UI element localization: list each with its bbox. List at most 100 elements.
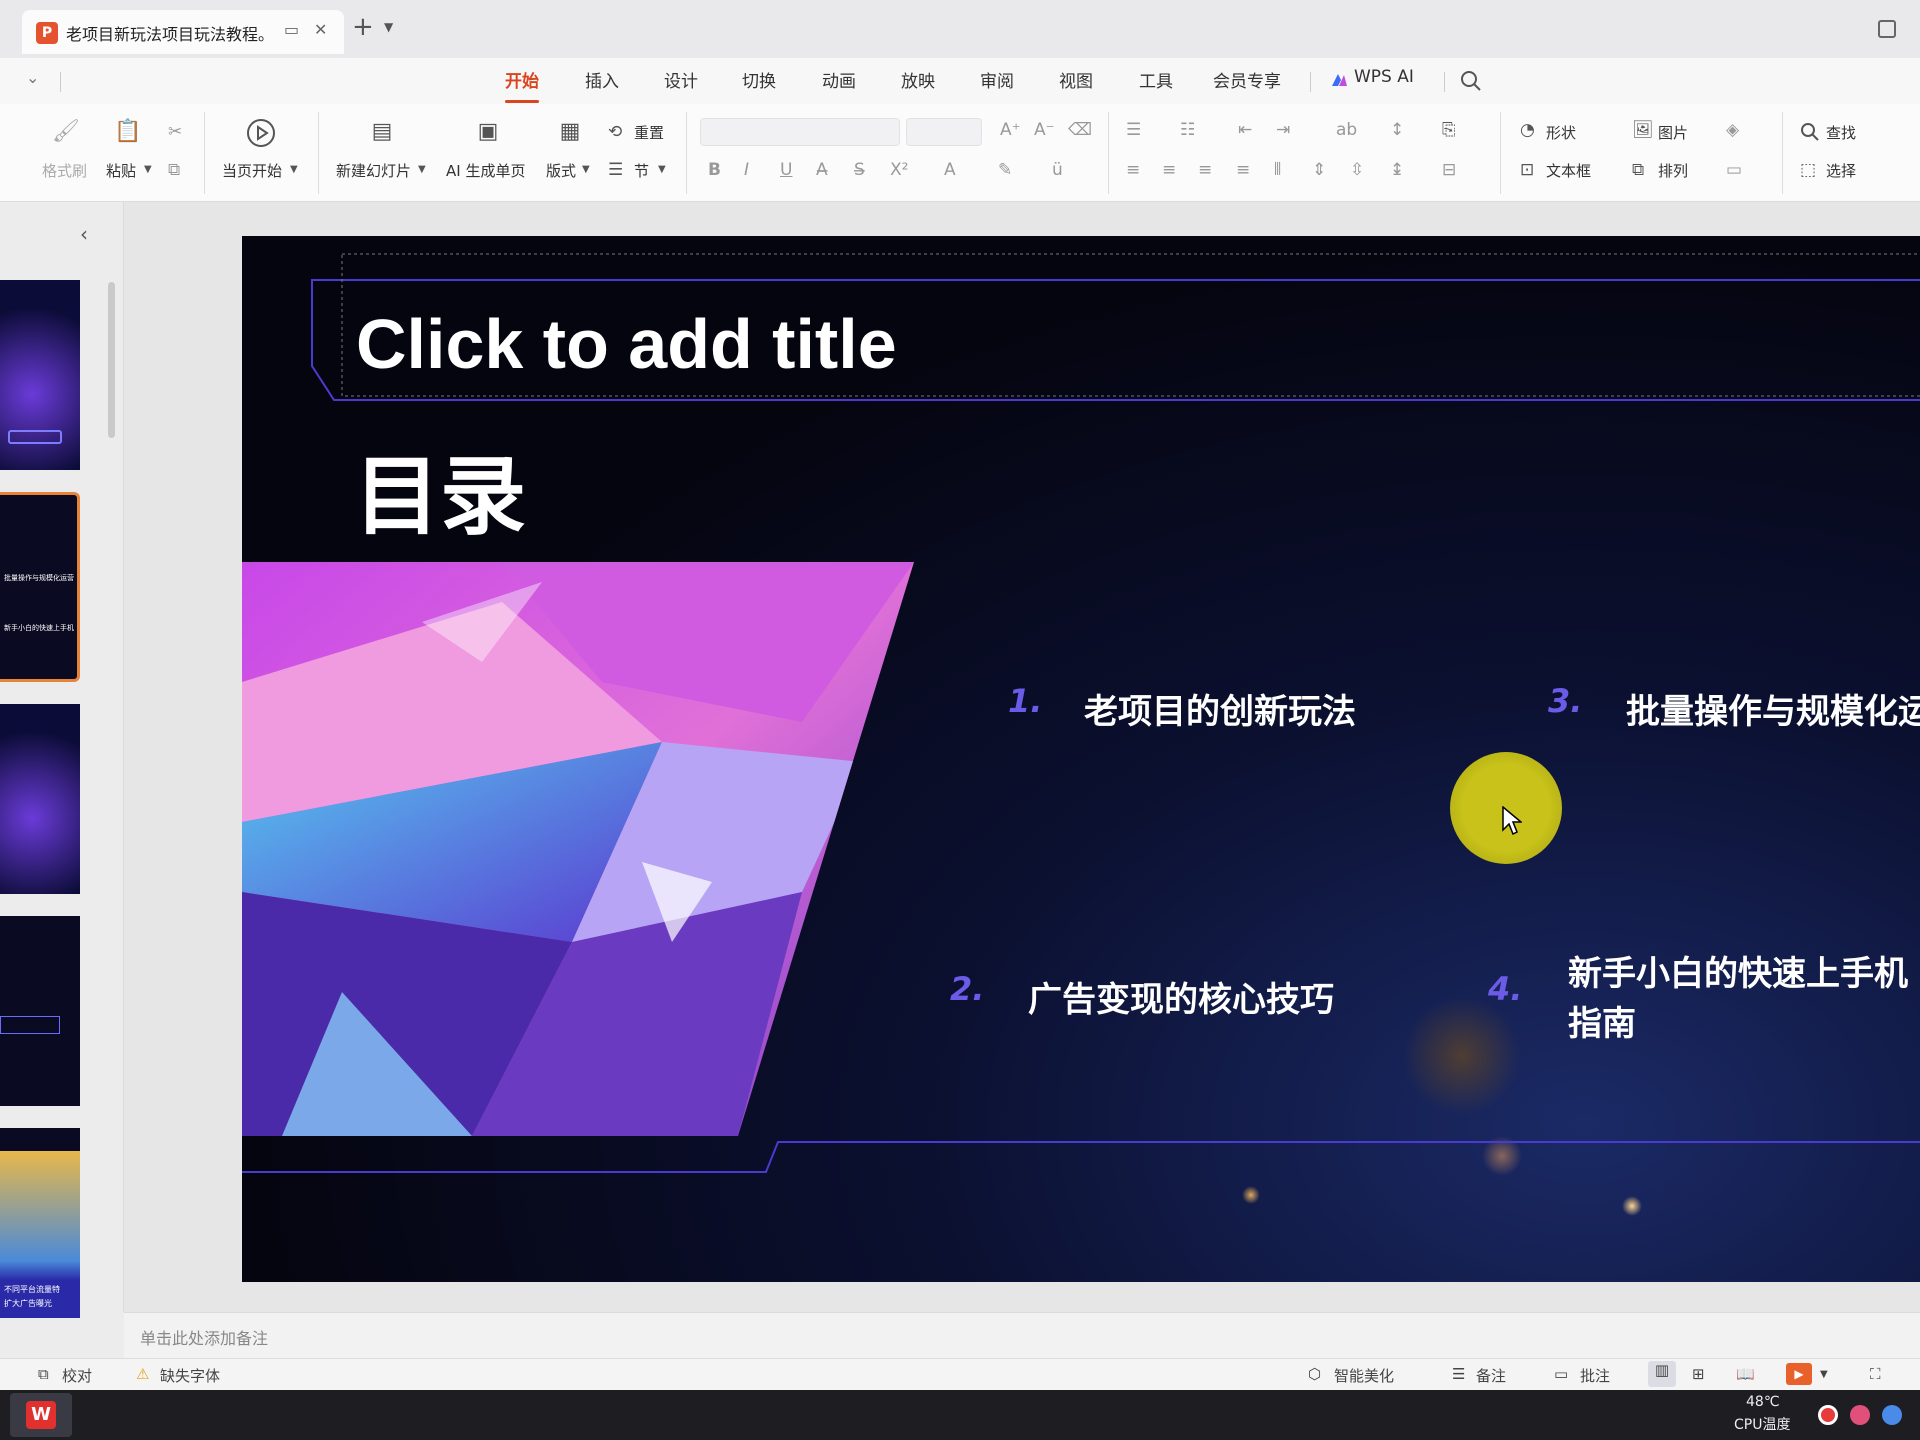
proofread-button[interactable]: 校对: [62, 1365, 92, 1386]
fit-window-icon[interactable]: ⛶: [1870, 1365, 1881, 1383]
toc-item-3[interactable]: 批量操作与规模化运: [1626, 684, 1920, 733]
increase-font-icon[interactable]: A⁺: [1000, 120, 1021, 140]
fill-icon[interactable]: ◈: [1726, 120, 1739, 140]
reset-button[interactable]: 重置: [634, 122, 664, 143]
slide-thumb-1[interactable]: [0, 280, 80, 470]
superscript-icon[interactable]: X²: [890, 160, 908, 180]
title-placeholder[interactable]: Click to add title: [356, 304, 897, 384]
format-painter-button[interactable]: 格式刷: [42, 160, 87, 181]
decrease-indent-icon[interactable]: ⇤: [1238, 120, 1252, 140]
font-color-icon[interactable]: A: [944, 160, 956, 180]
shape-button[interactable]: 形状: [1546, 122, 1576, 143]
strikethrough-icon[interactable]: A̶: [816, 160, 828, 180]
new-tab-button[interactable]: +: [352, 12, 374, 42]
increase-indent-icon[interactable]: ⇥: [1276, 120, 1290, 140]
tab-design[interactable]: 设计: [664, 67, 698, 92]
document-tab[interactable]: P 老项目新玩法项目玩法教程。 ▭ ✕: [22, 10, 344, 54]
paste-icon[interactable]: 📋: [114, 118, 142, 146]
find-icon[interactable]: [1800, 122, 1820, 142]
line-height-icon[interactable]: ↨: [1390, 160, 1404, 180]
section-icon[interactable]: ☰: [608, 160, 623, 180]
notes-pane[interactable]: 单击此处添加备注: [124, 1312, 1920, 1358]
slideshow-icon[interactable]: ▶: [1786, 1363, 1812, 1385]
new-slide-dropdown-icon[interactable]: ▼: [418, 164, 426, 175]
picture-icon[interactable]: 🖼: [1632, 120, 1654, 140]
paragraph-spacing-icon[interactable]: ⇳: [1350, 160, 1364, 180]
reading-view-icon[interactable]: 📖: [1736, 1365, 1755, 1383]
tab-home[interactable]: 开始: [505, 67, 539, 92]
align-left-icon[interactable]: ≡: [1126, 160, 1140, 180]
tab-view[interactable]: 视图: [1059, 67, 1093, 92]
slideshow-dropdown-icon[interactable]: ▼: [1820, 1369, 1828, 1380]
restore-window-icon[interactable]: [1878, 20, 1896, 38]
align-center-icon[interactable]: ≡: [1162, 160, 1176, 180]
layout-icon[interactable]: ▦: [556, 118, 584, 146]
tab-preview-icon[interactable]: ▭: [284, 20, 299, 39]
arrange-button[interactable]: 排列: [1658, 160, 1688, 181]
phonetic-icon[interactable]: ü: [1052, 160, 1063, 180]
missing-font-button[interactable]: 缺失字体: [160, 1365, 220, 1386]
app-tray-icon[interactable]: [1850, 1405, 1870, 1425]
beautify-icon[interactable]: ⬡: [1308, 1365, 1321, 1383]
find-button[interactable]: 查找: [1826, 122, 1856, 143]
shape-icon[interactable]: ◔: [1520, 120, 1535, 140]
ai-page-icon[interactable]: ▣: [474, 118, 502, 146]
proofread-icon[interactable]: ⧉: [38, 1365, 49, 1383]
paste-dropdown-icon[interactable]: ▼: [144, 164, 152, 175]
normal-view-icon[interactable]: ▥: [1648, 1361, 1676, 1387]
highlight-icon[interactable]: ✎: [998, 160, 1012, 180]
toc-item-2[interactable]: 广告变现的核心技巧: [1028, 972, 1334, 1021]
format-painter-icon[interactable]: 🖌: [52, 118, 80, 146]
start-dropdown-icon[interactable]: ▼: [290, 164, 298, 175]
line-spacing-icon[interactable]: ↕: [1390, 120, 1404, 140]
comment-icon[interactable]: ▭: [1554, 1365, 1568, 1383]
underline-icon[interactable]: U: [780, 160, 792, 180]
column-spacing-icon[interactable]: ⇕: [1312, 160, 1326, 180]
slide-thumb-4[interactable]: [0, 916, 80, 1106]
align-right-icon[interactable]: ≡: [1198, 160, 1212, 180]
numbered-list-icon[interactable]: ☷: [1180, 120, 1195, 140]
slide-sorter-icon[interactable]: ⊞: [1692, 1365, 1705, 1383]
collapse-panel-icon[interactable]: ‹: [80, 222, 88, 246]
smart-beautify-button[interactable]: 智能美化: [1334, 1365, 1394, 1386]
tab-review[interactable]: 审阅: [980, 67, 1014, 92]
new-slide-button[interactable]: 新建幻灯片: [336, 160, 411, 181]
cut-icon[interactable]: ✂: [168, 122, 182, 142]
tab-insert[interactable]: 插入: [585, 67, 619, 92]
textbox-button[interactable]: 文本框: [1546, 160, 1591, 181]
toc-item-4-line2[interactable]: 指南: [1568, 996, 1636, 1045]
text-direction-icon[interactable]: ab: [1336, 120, 1357, 140]
slide-thumb-3[interactable]: [0, 704, 80, 894]
new-slide-icon[interactable]: ▤: [368, 118, 396, 146]
convert-icon[interactable]: ⎘: [1442, 120, 1456, 140]
select-icon[interactable]: ⬚: [1800, 160, 1816, 180]
bold-icon[interactable]: B: [708, 160, 721, 180]
play-icon[interactable]: [246, 118, 276, 148]
copy-icon[interactable]: ⧉: [168, 160, 180, 180]
outline-icon[interactable]: ▭: [1726, 160, 1742, 180]
slide-thumb-5[interactable]: 不同平台流量特 扩大广告曝光: [0, 1128, 80, 1318]
thumbnail-scrollbar[interactable]: [108, 282, 115, 438]
select-button[interactable]: 选择: [1826, 160, 1856, 181]
double-strike-icon[interactable]: S̶: [854, 160, 865, 180]
tab-slideshow[interactable]: 放映: [901, 67, 935, 92]
start-from-current-button[interactable]: 当页开始: [222, 160, 282, 181]
tab-wps-ai[interactable]: WPS AI: [1354, 67, 1414, 87]
tab-animation[interactable]: 动画: [822, 67, 856, 92]
paste-button[interactable]: 粘贴: [106, 160, 136, 181]
close-tab-icon[interactable]: ✕: [314, 20, 327, 39]
ai-generate-page-button[interactable]: AI 生成单页: [446, 160, 525, 181]
textbox-icon[interactable]: ⊡: [1520, 160, 1534, 180]
reset-icon[interactable]: ⟲: [608, 122, 622, 142]
justify-icon[interactable]: ≡: [1236, 160, 1250, 180]
arrange-icon[interactable]: ⧉: [1632, 160, 1644, 180]
section-button[interactable]: 节: [634, 160, 649, 181]
layout-button[interactable]: 版式: [546, 160, 576, 181]
bullet-list-icon[interactable]: ☰: [1126, 120, 1141, 140]
tab-member[interactable]: 会员专享: [1213, 67, 1281, 92]
decrease-font-icon[interactable]: A⁻: [1034, 120, 1055, 140]
search-icon[interactable]: [1460, 70, 1482, 92]
layout-dropdown-icon[interactable]: ▼: [582, 164, 590, 175]
tab-tools[interactable]: 工具: [1139, 67, 1173, 92]
current-slide[interactable]: Click to add title 目录 1. 老项目的创新玩法 3. 批量操…: [242, 236, 1920, 1282]
